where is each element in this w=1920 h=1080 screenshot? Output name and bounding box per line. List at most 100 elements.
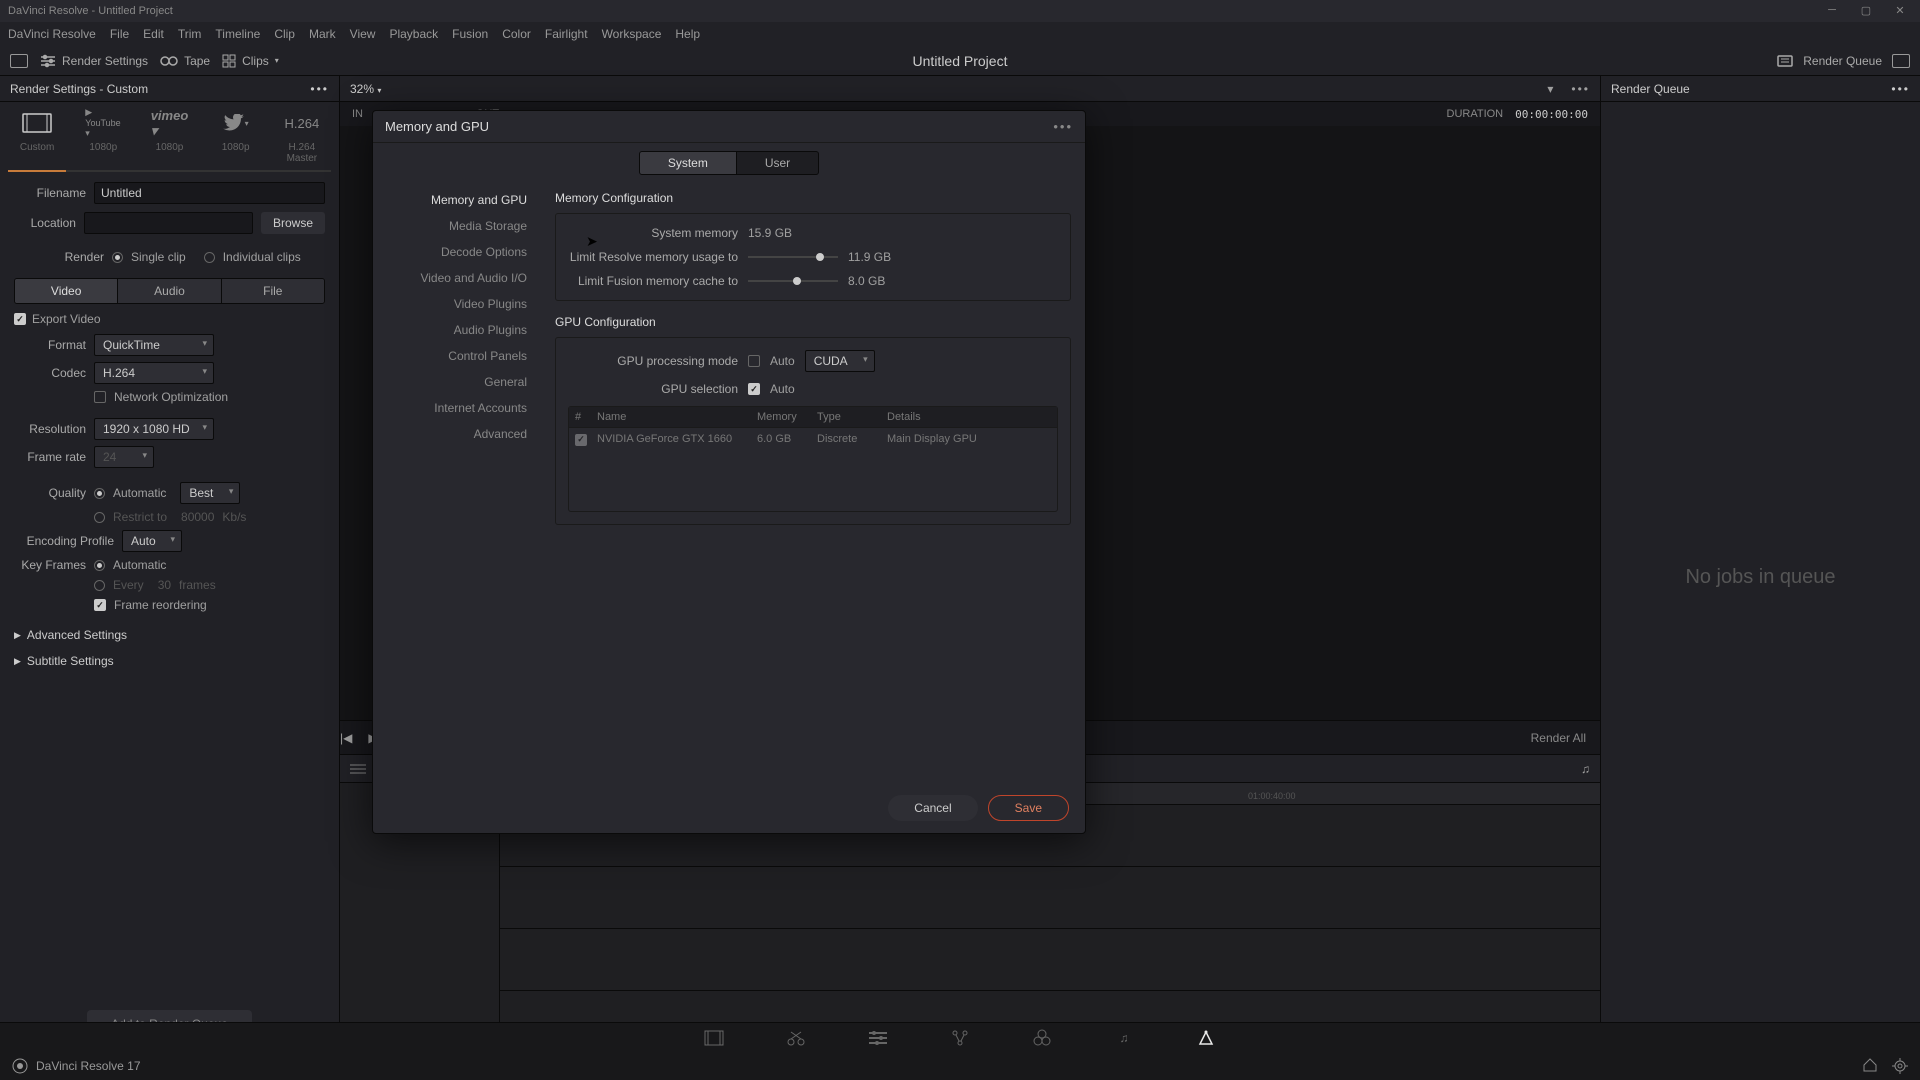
gpu-th-type[interactable]: Type [817,411,887,423]
radio-quality-auto[interactable] [94,488,105,499]
toolbar-clips[interactable]: Clips ▾ [222,54,279,68]
network-opt-checkbox[interactable] [94,391,106,403]
nav-audio-plugins[interactable]: Audio Plugins [373,317,541,343]
menu-fairlight[interactable]: Fairlight [545,27,588,41]
encoding-profile-select[interactable]: Auto [122,530,182,552]
chevron-right-icon: ▶ [14,630,21,641]
filename-label: Filename [14,186,86,200]
zoom-level[interactable]: 32% ▾ [350,82,381,96]
gpu-mode-label: GPU processing mode [568,354,738,368]
toolbar-render-queue-label[interactable]: Render Queue [1803,54,1882,68]
page-cut[interactable] [785,1027,807,1049]
gpu-memory: 6.0 GB [757,433,817,446]
gpu-mode-auto-checkbox[interactable] [748,355,760,367]
gpu-th-name[interactable]: Name [597,411,757,423]
gear-icon[interactable] [1892,1058,1908,1074]
dialog-menu-icon[interactable]: ••• [1053,119,1073,134]
viewer-dropdown[interactable]: ▾ [1547,82,1553,96]
nav-video-plugins[interactable]: Video Plugins [373,291,541,317]
render-all-label[interactable]: Render All [1531,731,1586,745]
menu-file[interactable]: File [110,27,129,41]
toolbar-panel-right[interactable] [1892,54,1910,68]
home-icon[interactable] [1862,1058,1878,1074]
radio-restrict[interactable] [94,512,105,523]
nav-advanced[interactable]: Advanced [373,421,541,447]
gpu-th-memory[interactable]: Memory [757,411,817,423]
page-fairlight[interactable]: ♫ [1113,1027,1135,1049]
quality-best-select[interactable]: Best [180,482,240,504]
subtitle-settings-expander[interactable]: ▶ Subtitle Settings [0,648,339,674]
gpu-config-title: GPU Configuration [555,315,1071,329]
resolution-select[interactable]: 1920 x 1080 HD [94,418,214,440]
timeline-view-icon[interactable] [350,763,366,775]
window-maximize[interactable]: ▢ [1850,0,1882,20]
preset-twitter[interactable]: ▾ [206,110,266,136]
radio-keyframes-auto[interactable] [94,560,105,571]
panel-menu-icon[interactable]: ••• [310,82,329,96]
toolbar-tape[interactable]: Tape [160,54,210,68]
gpu-selection-auto-checkbox[interactable] [748,383,760,395]
menu-playback[interactable]: Playback [389,27,438,41]
radio-keyframes-every[interactable] [94,580,105,591]
page-media[interactable] [703,1027,725,1049]
tab-video[interactable]: Video [15,279,118,303]
tab-audio[interactable]: Audio [118,279,221,303]
limit-resolve-slider[interactable] [748,256,838,258]
menu-davinci[interactable]: DaVinci Resolve [8,27,96,41]
nav-decode-options[interactable]: Decode Options [373,239,541,265]
nav-memory-gpu[interactable]: Memory and GPU [373,187,541,213]
panel-menu-icon[interactable]: ••• [1891,82,1910,96]
preset-vimeo[interactable]: vimeo ▾ [139,110,199,136]
music-icon[interactable]: ♫ [1581,762,1590,776]
menu-help[interactable]: Help [675,27,700,41]
gpu-row[interactable]: NVIDIA GeForce GTX 1660 6.0 GB Discrete … [569,428,1057,451]
prev-clip-icon[interactable]: |◀ [340,731,352,745]
menu-fusion[interactable]: Fusion [452,27,488,41]
preset-youtube[interactable]: ▶ YouTube ▾ [73,110,133,136]
menu-color[interactable]: Color [502,27,531,41]
menu-edit[interactable]: Edit [143,27,164,41]
menu-trim[interactable]: Trim [178,27,202,41]
preset-h264[interactable]: H.264 [272,110,332,136]
browse-button[interactable]: Browse [261,212,325,234]
toolbar-panel-left[interactable] [10,54,28,68]
window-minimize[interactable]: ─ [1816,0,1848,20]
nav-media-storage[interactable]: Media Storage [373,213,541,239]
save-button[interactable]: Save [988,795,1069,821]
page-edit[interactable] [867,1027,889,1049]
menu-timeline[interactable]: Timeline [215,27,260,41]
nav-control-panels[interactable]: Control Panels [373,343,541,369]
toolbar-render-settings[interactable]: Render Settings [40,54,148,68]
menu-clip[interactable]: Clip [274,27,295,41]
viewer-menu-icon[interactable]: ••• [1571,82,1590,96]
menu-mark[interactable]: Mark [309,27,336,41]
gpu-th-details[interactable]: Details [887,411,1051,423]
format-select[interactable]: QuickTime [94,334,214,356]
frame-reorder-checkbox[interactable] [94,599,106,611]
advanced-settings-expander[interactable]: ▶ Advanced Settings [0,622,339,648]
nav-general[interactable]: General [373,369,541,395]
menu-view[interactable]: View [350,27,376,41]
export-video-checkbox[interactable] [14,313,26,325]
nav-internet-accounts[interactable]: Internet Accounts [373,395,541,421]
preset-custom[interactable] [7,110,67,136]
limit-fusion-slider[interactable] [748,280,838,282]
nav-video-audio-io[interactable]: Video and Audio I/O [373,265,541,291]
menu-workspace[interactable]: Workspace [602,27,662,41]
page-deliver[interactable] [1195,1027,1217,1049]
preset-h264-sub: H.264 Master [272,142,332,164]
tab-system[interactable]: System [639,151,737,175]
window-close[interactable]: ✕ [1884,0,1916,20]
gpu-th-num: # [575,411,597,423]
tab-user[interactable]: User [737,151,819,175]
page-fusion[interactable] [949,1027,971,1049]
codec-select[interactable]: H.264 [94,362,214,384]
radio-individual-clips[interactable] [204,252,215,263]
cancel-button[interactable]: Cancel [888,795,977,821]
page-color[interactable] [1031,1027,1053,1049]
filename-input[interactable] [94,182,325,204]
radio-single-clip[interactable] [112,252,123,263]
tab-file[interactable]: File [222,279,324,303]
location-input[interactable] [84,212,253,234]
gpu-mode-select[interactable]: CUDA [805,350,875,372]
